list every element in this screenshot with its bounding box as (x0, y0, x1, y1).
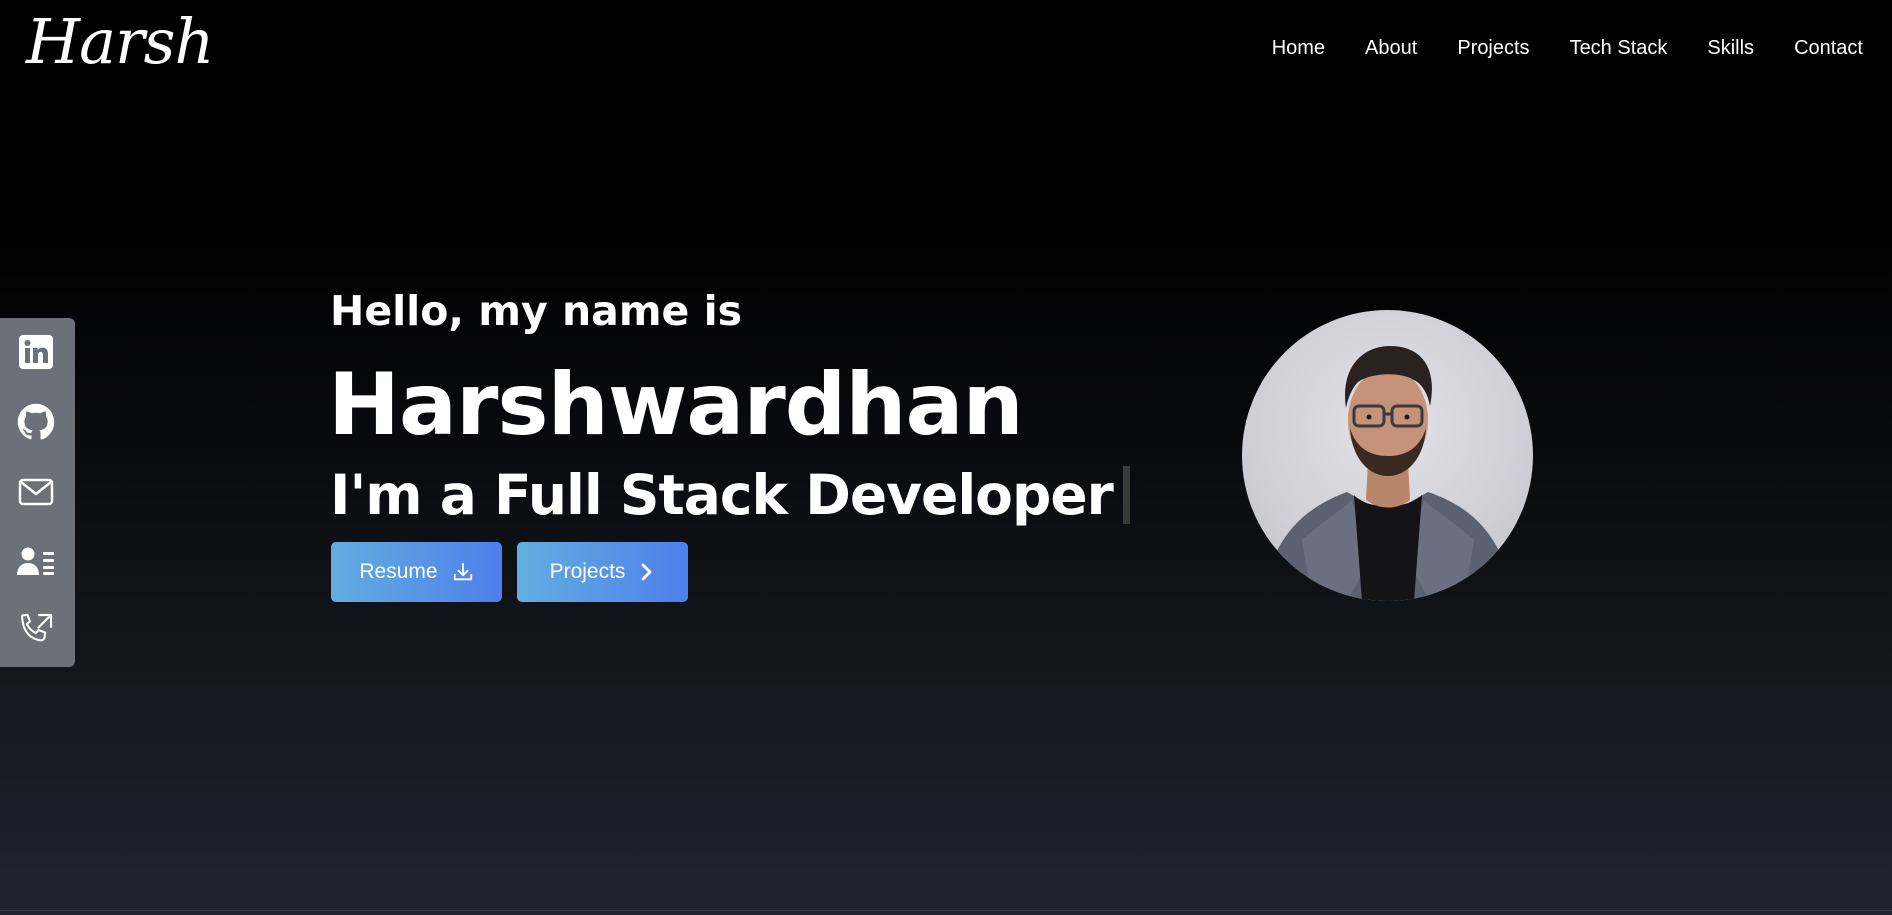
nav-item-contact[interactable]: Contact (1794, 30, 1863, 66)
profile-avatar (1242, 310, 1533, 601)
site-logo[interactable]: Harsh (26, 2, 214, 82)
nav-item-about[interactable]: About (1365, 30, 1417, 66)
hero-role-line: I'm a Full Stack Developer (330, 460, 1130, 530)
resume-button-label: Resume (359, 560, 438, 583)
github-icon[interactable] (16, 402, 56, 442)
projects-button[interactable]: Projects (517, 542, 688, 602)
nav-item-skills[interactable]: Skills (1707, 30, 1754, 66)
hero-page: Harsh Home About Projects Tech Stack Ski… (0, 0, 1892, 915)
hero-greeting: Hello, my name is (330, 287, 743, 335)
hero-name: Harshwardhan (328, 355, 1024, 455)
section-divider (0, 910, 1892, 911)
typing-cursor (1122, 466, 1130, 524)
main-nav: Home About Projects Tech Stack Skills Co… (1272, 30, 1863, 66)
contact-card-icon[interactable] (16, 542, 56, 582)
linkedin-icon[interactable] (16, 332, 56, 372)
nav-item-projects[interactable]: Projects (1457, 30, 1529, 66)
download-icon (452, 561, 474, 583)
mail-icon[interactable] (16, 472, 56, 512)
chevron-right-icon (639, 562, 655, 582)
projects-button-label: Projects (549, 560, 626, 583)
phone-outgoing-icon[interactable] (16, 610, 56, 650)
social-sidebar (0, 318, 75, 667)
hero-role: I'm a Full Stack Developer (330, 463, 1114, 527)
nav-item-home[interactable]: Home (1272, 30, 1325, 66)
nav-item-tech-stack[interactable]: Tech Stack (1570, 30, 1668, 66)
resume-button[interactable]: Resume (331, 542, 502, 602)
